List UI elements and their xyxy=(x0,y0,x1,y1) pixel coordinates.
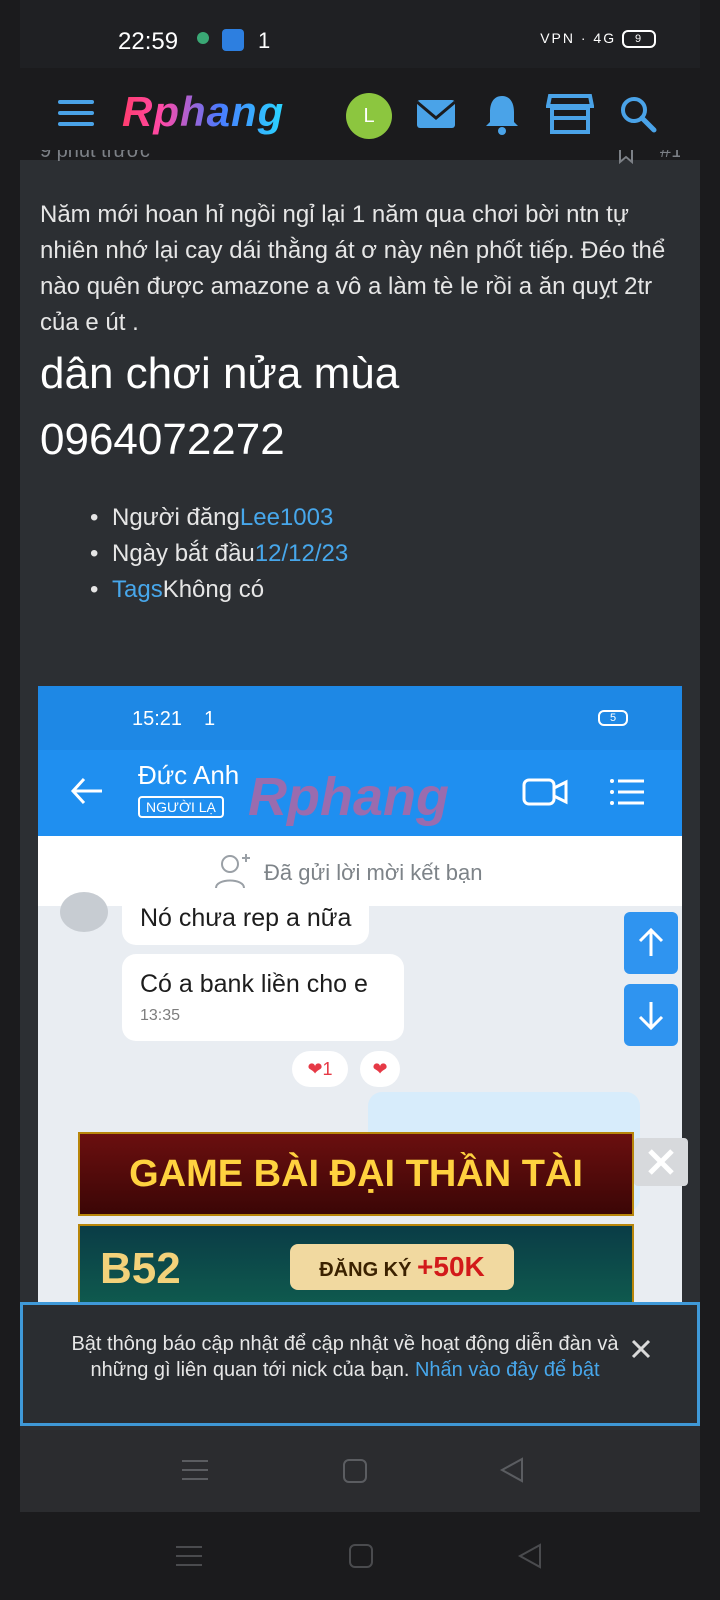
notification-text: Bật thông báo cập nhật để cập nhật về ho… xyxy=(55,1331,635,1383)
status-badge: 1 xyxy=(258,28,271,53)
message-text: Có a bank liền cho e xyxy=(140,970,368,998)
message-text: Nó chưa rep a nữa xyxy=(140,904,352,932)
ad-register-button[interactable]: ĐĂNG KÝ +50K xyxy=(290,1244,514,1290)
list-menu-icon xyxy=(610,776,646,813)
bell-icon[interactable] xyxy=(480,92,524,136)
start-date-link[interactable]: 12/12/23 xyxy=(255,540,348,567)
scroll-up-button[interactable] xyxy=(624,912,678,974)
search-icon[interactable] xyxy=(616,92,660,136)
add-friend-icon xyxy=(214,852,254,896)
back-icon xyxy=(498,1456,526,1489)
reaction-heart-count: ❤1 xyxy=(292,1051,348,1087)
post-facts: Người đăngLee1003 Ngày bắt đầu12/12/23 T… xyxy=(90,500,348,608)
contact-avatar xyxy=(60,892,108,932)
post-headline: dân chơi nửa mùa xyxy=(40,349,400,398)
fact-label: Ngày bắt đầu xyxy=(112,540,255,567)
post-meta: 9 phút trước #1 xyxy=(40,150,680,170)
fact-label: Người đăng xyxy=(112,504,240,531)
tags-link[interactable]: Tags xyxy=(112,576,163,603)
screenshot-status-bar: 15:21 1 5 xyxy=(38,686,682,750)
inner-navigation-bar xyxy=(20,1430,700,1512)
ad-bonus-label: +50K xyxy=(417,1251,485,1282)
ad-b52-logo: B52 xyxy=(100,1244,181,1293)
recent-apps-button[interactable] xyxy=(176,1544,202,1573)
scroll-down-button[interactable] xyxy=(624,984,678,1046)
screenshot-battery-icon: 5 xyxy=(598,710,628,726)
home-icon xyxy=(342,1458,368,1489)
ad-banner-b52[interactable]: B52 ĐĂNG KÝ +50K xyxy=(78,1224,634,1306)
post-number[interactable]: #1 xyxy=(660,150,680,163)
screenshot-chat-header: Đức Anh NGƯỜI LẠ Rphang xyxy=(38,750,682,836)
attached-screenshot[interactable]: 15:21 1 5 Đức Anh NGƯỜI LẠ Rphang Đã gửi… xyxy=(38,686,682,1306)
video-call-icon xyxy=(522,776,568,813)
enable-notifications-link[interactable]: Nhấn vào đây để bật xyxy=(415,1359,600,1381)
back-button[interactable] xyxy=(516,1542,544,1575)
ad-close-button[interactable] xyxy=(634,1138,688,1186)
home-button[interactable] xyxy=(348,1543,374,1574)
ad-register-label: ĐĂNG KÝ xyxy=(319,1259,412,1281)
recent-apps-icon xyxy=(182,1458,208,1487)
mail-icon[interactable] xyxy=(414,92,458,136)
author-link[interactable]: Lee1003 xyxy=(240,504,333,531)
post-phone: 0964072272 xyxy=(40,415,285,464)
ad-banner-game[interactable]: GAME BÀI ĐẠI THẦN TÀI xyxy=(78,1132,634,1216)
site-header: Rphang L xyxy=(20,68,700,160)
back-arrow-icon xyxy=(70,776,104,811)
page-frame: 22:59 1 VPN · 4G 9 Rphang L 9 phút trước… xyxy=(20,0,700,1512)
contact-name: Đức Anh xyxy=(138,760,240,790)
post-time: 9 phút trước xyxy=(40,150,150,162)
avatar[interactable]: L xyxy=(346,93,392,139)
fact-author: Người đăngLee1003 xyxy=(90,500,348,536)
screenshot-time: 15:21 xyxy=(132,708,183,730)
status-time: 22:59 xyxy=(118,28,179,55)
fact-start-date: Ngày bắt đầu12/12/23 xyxy=(90,536,348,572)
friend-request-text: Đã gửi lời mời kết bạn xyxy=(264,860,483,885)
store-icon[interactable] xyxy=(545,92,595,136)
shield-status-icon xyxy=(196,31,210,48)
reaction-heart: ❤ xyxy=(360,1051,400,1087)
battery-icon: 9 xyxy=(622,30,656,49)
status-right-text: VPN · 4G xyxy=(540,30,617,46)
status-bar: 22:59 1 VPN · 4G 9 xyxy=(20,0,700,68)
notification-prompt: Bật thông báo cập nhật để cập nhật về ho… xyxy=(20,1302,700,1426)
watermark-logo: Rphang xyxy=(248,767,449,827)
site-logo[interactable]: Rphang xyxy=(122,88,284,136)
fact-value: Không có xyxy=(162,576,265,603)
stranger-tag: NGƯỜI LẠ xyxy=(138,796,224,818)
close-icon[interactable] xyxy=(627,1335,655,1363)
message-bubble: Nó chưa rep a nữa xyxy=(122,892,370,945)
message-bubble: Có a bank liền cho e 13:35 xyxy=(122,954,404,1041)
message-time: 13:35 xyxy=(140,1007,181,1024)
fact-tags: TagsKhông có xyxy=(90,572,348,608)
system-navigation-bar xyxy=(0,1512,720,1600)
app-status-icon xyxy=(222,29,244,54)
menu-icon[interactable] xyxy=(58,100,94,128)
screenshot-badge: 1 xyxy=(204,708,216,730)
post-body: Năm mới hoan hỉ ngồi ngỉ lại 1 năm qua c… xyxy=(40,201,666,336)
status-right-icons: VPN · 4G 9 xyxy=(540,30,656,49)
bookmark-icon[interactable] xyxy=(616,150,636,170)
